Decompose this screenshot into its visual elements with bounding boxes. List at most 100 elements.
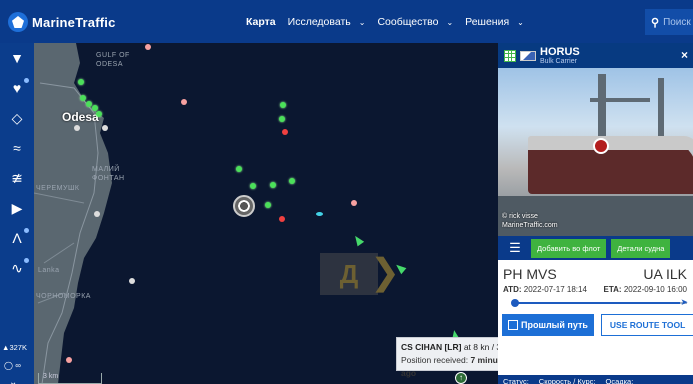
left-toolbar: ▼ ♥ ◇ ≈ ≇ ▶ Λ ∿ ▲327K ◯ ∞ ⌄ [0, 43, 34, 384]
past-track-label: Прошлый путь [521, 320, 588, 330]
vessel-marker[interactable] [270, 182, 276, 188]
atd: ATD: 2022-07-17 18:14 [503, 285, 587, 294]
vessel-marker[interactable] [92, 105, 98, 111]
vessel-count: ▲327K [2, 343, 27, 352]
vessel-marker[interactable] [351, 200, 357, 206]
search-button[interactable]: ⚲ Поиск [645, 9, 693, 35]
voyage-progress-bar: ➤ [511, 297, 688, 307]
weather-icon[interactable]: ≈ [0, 133, 34, 163]
nav-label: Исследовать [287, 16, 351, 28]
vessel-marker[interactable] [280, 102, 286, 108]
vessel-marker[interactable] [86, 101, 92, 107]
dropdown-icon [508, 320, 518, 330]
chevron-down-icon: ⌄ [446, 17, 454, 27]
ship-logo-shape [593, 138, 609, 154]
vessel-marker[interactable] [94, 211, 100, 217]
past-track-button[interactable]: Прошлый путь [502, 314, 594, 336]
destination-port[interactable]: UA ILK [643, 266, 687, 282]
layers-icon[interactable]: ◇ [0, 103, 34, 133]
route-times: ATD: 2022-07-17 18:14 ETA: 2022-09-10 16… [498, 282, 693, 294]
vessel-marker[interactable] [250, 183, 256, 189]
marinetraffic-logo-icon [8, 12, 28, 32]
voyage-progress-fill [516, 302, 681, 304]
vessel-marker[interactable] [102, 125, 108, 131]
atd-value: 2022-07-17 18:14 [523, 285, 587, 294]
departure-point-icon [511, 299, 519, 307]
tooltip-vessel-line: CS CIHAN [LR] at 8 kn / 349° [401, 341, 498, 354]
nav-item-solutions[interactable]: Решения ⌄ [465, 16, 524, 28]
eta-label: ETA: [603, 285, 622, 294]
vessel-photo[interactable]: © rick visse MarineTraffic.com [498, 68, 693, 236]
vessel-marker[interactable] [265, 202, 271, 208]
vessel-marker[interactable] [74, 125, 80, 131]
vessel-marker[interactable] [66, 357, 72, 363]
tab-status[interactable]: Статус: [503, 375, 529, 384]
tab-speed-course[interactable]: Скорость / Курс: [539, 375, 596, 384]
arrow-right-icon: ➤ [680, 297, 688, 307]
menu-icon[interactable]: ☰ [504, 240, 526, 256]
chevron-down-icon[interactable]: ⌄ [9, 377, 17, 384]
nav-item-explore[interactable]: Исследовать ⌄ [288, 16, 366, 28]
map-label-city: Odesa [62, 110, 99, 124]
crane-shape [590, 98, 650, 102]
map-label-district: Lanka [38, 267, 60, 274]
heart-icon[interactable]: ♥ [0, 73, 34, 103]
vessel-marker[interactable] [181, 99, 187, 105]
vessel-marker[interactable] [236, 166, 242, 172]
brand-logo[interactable]: MarineTraffic [8, 12, 116, 32]
nav-label: Карта [246, 16, 276, 28]
vessel-marker[interactable] [316, 212, 323, 216]
vessel-marker[interactable] [279, 216, 285, 222]
vessel-count-value: 327K [9, 343, 27, 352]
add-to-fleet-button[interactable]: Добавить во флот [531, 238, 607, 258]
vessel-hover-tooltip: CS CIHAN [LR] at 8 kn / 349° Position re… [396, 337, 498, 378]
departure-port[interactable]: PH MVS [503, 266, 557, 282]
infinite-toggle[interactable]: ◯ ∞ [4, 361, 21, 370]
map-canvas[interactable]: Gulf of Odesa Odesa Малий Фонтан Черемуш… [34, 43, 498, 384]
vessel-marker[interactable] [80, 95, 86, 101]
tab-draught[interactable]: Осадка: [605, 375, 633, 384]
tooltip-position-label: Position received: [401, 355, 471, 365]
app-root: MarineTraffic Карта Исследовать ⌄ Сообщес… [0, 0, 693, 384]
selected-vessel-marker[interactable] [233, 195, 255, 217]
map-label-district: Черемушк [36, 185, 80, 192]
vessel-name: HORUS [540, 45, 580, 58]
tooltip-speed: at 8 kn / 349° [463, 342, 498, 352]
route-ports: PH MVS UA ILK [498, 260, 693, 282]
play-icon[interactable]: ▶ [0, 193, 34, 223]
route-icon[interactable]: ∿ [0, 253, 34, 283]
eta: ETA: 2022-09-10 16:00 [604, 285, 687, 294]
vessel-cluster-icon[interactable]: ↑ [455, 372, 467, 384]
nav-item-map[interactable]: Карта [246, 16, 276, 28]
vessel-details-button[interactable]: Детали судна [611, 238, 671, 258]
chevron-down-icon: ⌄ [358, 17, 366, 27]
vessel-marker[interactable] [279, 116, 285, 122]
vessel-marker[interactable] [78, 79, 84, 85]
vessel-marker[interactable] [145, 44, 151, 50]
map-label-gulf: Gulf of Odesa [96, 52, 130, 68]
vessel-info-panel: HORUS Bulk Carrier × © rick visse Marine… [498, 43, 693, 384]
vessel-marker[interactable] [96, 111, 102, 117]
vessel-action-bar: ☰ Добавить во флот Детали судна [498, 236, 693, 260]
search-label: Поиск [663, 16, 691, 28]
close-icon[interactable]: × [681, 48, 688, 62]
photo-credit: © rick visse MarineTraffic.com [502, 213, 558, 229]
top-navigation-bar: MarineTraffic Карта Исследовать ⌄ Сообщес… [0, 0, 693, 43]
notification-dot [24, 228, 29, 233]
vessel-marker[interactable] [129, 278, 135, 284]
atd-label: ATD: [503, 285, 522, 294]
vessel-marker[interactable] [282, 129, 288, 135]
map-label-district: Малий Фонтан [92, 166, 125, 182]
route-tool-button[interactable]: USE ROUTE TOOL [600, 314, 693, 336]
chevron-down-icon: ⌄ [517, 17, 524, 27]
ship-hull-shape [528, 136, 693, 194]
nav-item-community[interactable]: Сообщество ⌄ [377, 16, 453, 28]
coastline-land [34, 43, 112, 384]
search-icon: ⚲ [651, 16, 660, 29]
measure-icon[interactable]: ≇ [0, 163, 34, 193]
flag-icon [520, 50, 536, 61]
vessel-marker[interactable] [289, 178, 295, 184]
vessel-panel-header: HORUS Bulk Carrier × [498, 43, 693, 68]
filter-icon[interactable]: ▼ [0, 43, 34, 73]
antenna-icon[interactable]: Λ [0, 223, 34, 253]
